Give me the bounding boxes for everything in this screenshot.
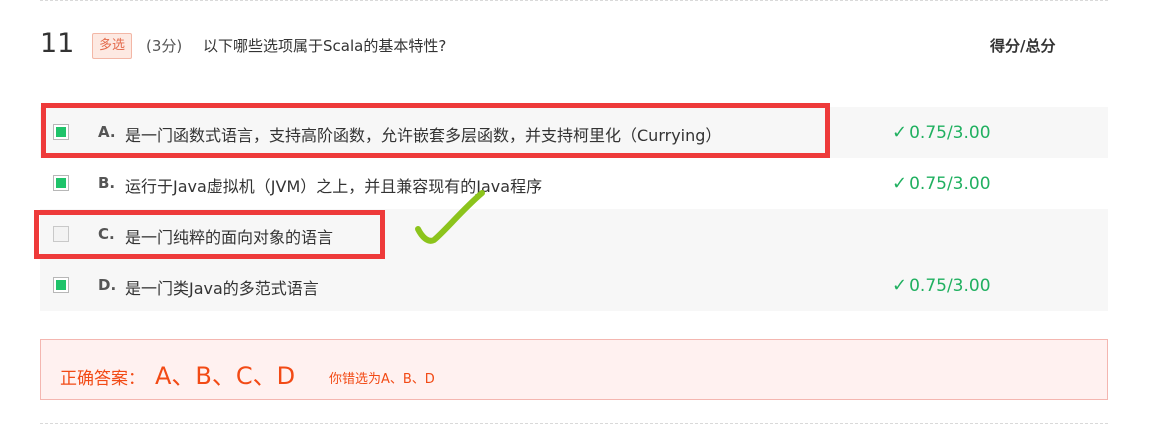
check-icon: ✓ bbox=[892, 122, 908, 143]
option-d-score: ✓ 0.75/3.00 bbox=[892, 275, 991, 296]
check-icon: ✓ bbox=[892, 173, 908, 194]
option-a-score: ✓ 0.75/3.00 bbox=[892, 122, 991, 143]
correct-answer-value: A、B、C、D bbox=[155, 362, 296, 390]
bottom-divider bbox=[40, 423, 1108, 424]
score-header: 得分/总分 bbox=[990, 37, 1056, 55]
option-d-text: 是一门类Java的多范式语言 bbox=[125, 279, 319, 298]
annotation-box-option-c bbox=[34, 210, 385, 259]
option-d[interactable]: D. 是一门类Java的多范式语言 ✓ 0.75/3.00 bbox=[40, 260, 1108, 311]
option-d-checkbox[interactable] bbox=[53, 277, 69, 293]
option-b[interactable]: B. 运行于Java虚拟机（JVM）之上，并且兼容现有的Java程序 ✓ 0.75… bbox=[40, 158, 1108, 209]
question-points: (3分) bbox=[146, 37, 183, 55]
option-b-letter: B. bbox=[98, 174, 116, 192]
option-b-checkbox[interactable] bbox=[53, 175, 69, 191]
question-text: 以下哪些选项属于Scala的基本特性? bbox=[203, 37, 447, 55]
correct-answer-box: 正确答案： A、B、C、D 你错选为A、B、D bbox=[40, 339, 1108, 400]
top-divider bbox=[40, 0, 1108, 1]
annotation-box-option-a bbox=[41, 103, 830, 158]
option-d-letter: D. bbox=[98, 276, 117, 294]
option-b-score: ✓ 0.75/3.00 bbox=[892, 173, 991, 194]
handwritten-checkmark-icon bbox=[415, 190, 485, 244]
question-type-badge: 多选 bbox=[92, 33, 133, 59]
your-wrong-choice: 你错选为A、B、D bbox=[329, 372, 435, 387]
question-number: 11 bbox=[40, 28, 75, 59]
check-icon: ✓ bbox=[892, 275, 908, 296]
correct-answer-label: 正确答案： bbox=[60, 369, 145, 389]
